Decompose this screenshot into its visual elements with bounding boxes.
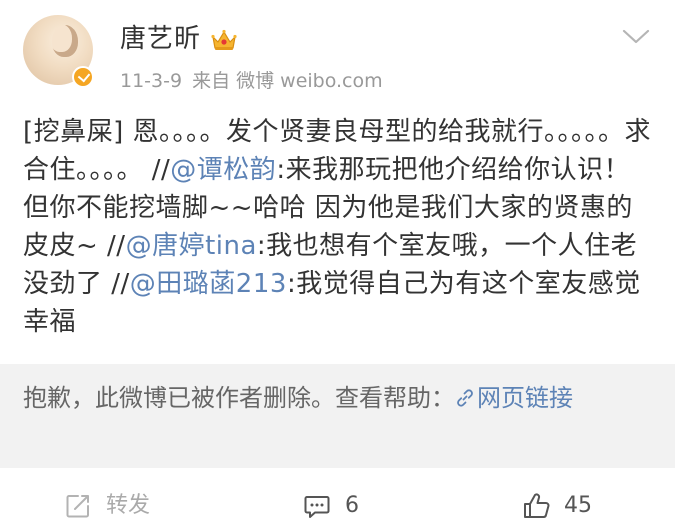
like-count: 45 — [564, 493, 592, 518]
mention-link[interactable]: @谭松韵 — [170, 155, 276, 185]
thumbs-up-icon — [524, 493, 550, 518]
post-header: 唐艺昕 11-3-9 来自 微博 weibo.com — [0, 0, 675, 100]
action-bar: 转发 6 45 — [0, 482, 675, 532]
mention-link[interactable]: @田璐菡213 — [130, 269, 287, 299]
verified-badge-icon — [72, 66, 94, 88]
repost-label: 转发 — [106, 493, 151, 518]
author-name[interactable]: 唐艺昕 — [120, 22, 201, 56]
crown-icon — [211, 29, 237, 50]
weibo-post: 唐艺昕 11-3-9 来自 微博 weibo.com [挖鼻屎] 恩。。。。发个贤… — [0, 0, 675, 532]
like-button[interactable]: 45 — [522, 488, 612, 524]
chevron-down-icon[interactable] — [622, 28, 650, 46]
deleted-notice-text: 抱歉，此微博已被作者删除。查看帮助： — [23, 384, 455, 412]
link-icon — [457, 389, 473, 407]
mention-link[interactable]: @唐婷tina — [126, 231, 257, 261]
web-link[interactable]: 网页链接 — [455, 384, 573, 412]
deleted-notice-text-block: 抱歉，此微博已被作者删除。查看帮助： 网页链接 — [23, 381, 648, 416]
deleted-notice: 抱歉，此微博已被作者删除。查看帮助： 网页链接 — [0, 364, 675, 468]
post-source: 来自 微博 weibo.com — [192, 70, 383, 92]
repost-icon — [66, 495, 89, 518]
post-meta: 11-3-9 来自 微博 weibo.com — [120, 68, 393, 94]
post-date: 11-3-9 — [120, 70, 183, 92]
comment-button[interactable]: 6 — [303, 488, 383, 524]
avatar-face — [52, 25, 78, 57]
repost-button[interactable]: 转发 — [64, 488, 174, 524]
comment-icon — [304, 496, 330, 518]
web-link-label: 网页链接 — [477, 384, 573, 412]
comment-count: 6 — [345, 493, 359, 518]
post-content: [挖鼻屎] 恩。。。。发个贤妻良母型的给我就行。。。。。求合住。。。。 //@谭… — [23, 113, 653, 341]
